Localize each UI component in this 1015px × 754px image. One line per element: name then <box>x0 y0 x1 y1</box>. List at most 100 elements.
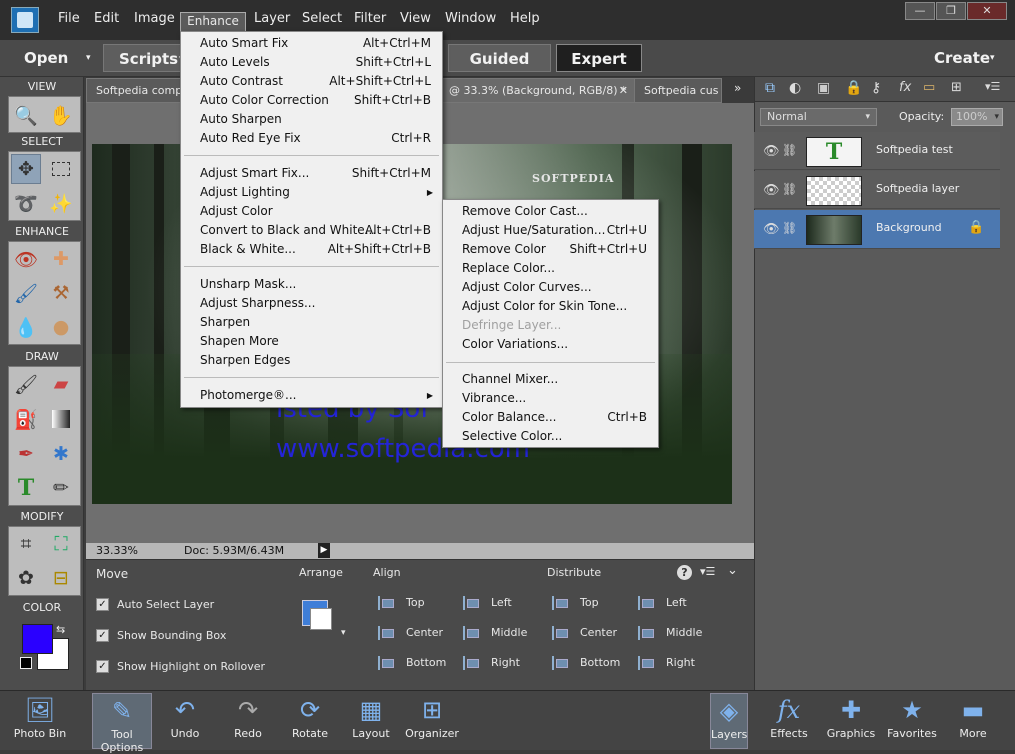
menu-help[interactable]: Help <box>510 11 540 26</box>
paint-bucket-tool-icon[interactable]: ⛽ <box>11 404 41 434</box>
effects-button[interactable]: fx Effects <box>759 693 819 749</box>
pencil-tool-icon[interactable]: ✏ <box>46 473 76 503</box>
distribute-center-label[interactable]: Center <box>580 626 617 639</box>
blend-mode-select[interactable]: Normal ▾ <box>760 108 877 126</box>
align-center-label[interactable]: Center <box>406 626 443 639</box>
brush-tool-icon[interactable]: 🖌 <box>11 369 41 399</box>
align-top-icon[interactable] <box>378 596 394 610</box>
content-aware-move-tool-icon[interactable]: ✿ <box>11 563 41 593</box>
organizer-button[interactable]: ⊞ Organizer <box>402 693 462 749</box>
menu-item-adjust-skin-tone[interactable]: Adjust Color for Skin Tone... <box>443 297 658 316</box>
menu-item-sharpen[interactable]: Sharpen <box>181 313 442 332</box>
layer-link-icon[interactable]: ⛓ <box>782 221 797 235</box>
gradient-tool-icon[interactable] <box>46 404 76 434</box>
menu-item-sharpen-edges[interactable]: Sharpen Edges <box>181 351 442 370</box>
distribute-bottom-label[interactable]: Bottom <box>580 656 620 669</box>
menu-item-remove-color-cast[interactable]: Remove Color Cast... <box>443 202 658 221</box>
status-menu-arrow-icon[interactable]: ▶ <box>318 543 330 558</box>
type-tool-icon[interactable]: T <box>11 473 41 503</box>
menu-enhance[interactable]: Enhance <box>180 12 246 32</box>
more-tabs-icon[interactable]: » <box>734 81 741 95</box>
menu-file[interactable]: File <box>58 11 80 26</box>
marquee-tool-icon[interactable] <box>46 154 76 184</box>
layer-style-icon[interactable]: fx <box>899 80 911 95</box>
menu-item-remove-color[interactable]: Remove Color Shift+Ctrl+U <box>443 240 658 259</box>
create-button[interactable]: Create ▾ <box>920 44 1010 72</box>
layer-row[interactable]: 👁 ⛓ T Softpedia test <box>754 132 1000 170</box>
adjustment-layer-icon[interactable]: ◐ <box>789 80 801 96</box>
open-button[interactable]: Open ▾ <box>6 44 101 72</box>
menu-item-adjust-lighting[interactable]: Adjust Lighting ▶ <box>181 183 442 202</box>
move-tool-icon[interactable]: ✥ <box>11 154 41 184</box>
eraser-tool-icon[interactable]: ▰ <box>46 369 76 399</box>
recompose-tool-icon[interactable]: ⛶ <box>46 529 76 559</box>
align-middle-label[interactable]: Middle <box>491 626 527 639</box>
favorites-button[interactable]: ★ Favorites <box>882 693 942 749</box>
maximize-button[interactable]: ❐ <box>936 2 966 20</box>
distribute-right-icon[interactable] <box>638 656 654 670</box>
layers-panel-menu-icon[interactable]: ▾☰ <box>985 80 1000 93</box>
menu-item-unsharp-mask[interactable]: Unsharp Mask... <box>181 275 442 294</box>
panel-menu-icon[interactable]: ▾☰ <box>700 565 715 578</box>
arrange-front-icon[interactable] <box>310 608 332 630</box>
hand-tool-icon[interactable]: ✋ <box>46 100 76 130</box>
distribute-center-icon[interactable] <box>552 626 568 640</box>
opacity-field[interactable]: 100% ▾ <box>951 108 1003 126</box>
visibility-eye-icon[interactable]: 👁 <box>763 144 780 159</box>
blur-tool-icon[interactable]: 💧 <box>11 312 41 342</box>
align-middle-icon[interactable] <box>463 626 479 640</box>
distribute-top-icon[interactable] <box>552 596 568 610</box>
menu-item-sharpen-more[interactable]: Shapen More <box>181 332 442 351</box>
lock-icon[interactable]: 🔒 <box>845 80 862 96</box>
distribute-top-label[interactable]: Top <box>580 596 599 609</box>
close-tab-icon[interactable]: ✕ <box>619 79 628 102</box>
align-top-label[interactable]: Top <box>406 596 425 609</box>
menu-item-convert-black-white[interactable]: Convert to Black and White... Alt+Ctrl+B <box>181 221 442 240</box>
menu-item-selective-color[interactable]: Selective Color... <box>443 427 658 446</box>
layer-link-icon[interactable]: ⛓ <box>782 143 797 157</box>
menu-item-auto-contrast[interactable]: Auto Contrast Alt+Shift+Ctrl+L <box>181 72 442 91</box>
menu-item-adjust-hue-saturation[interactable]: Adjust Hue/Saturation... Ctrl+U <box>443 221 658 240</box>
align-right-icon[interactable] <box>463 656 479 670</box>
layer-mask-icon[interactable]: ▣ <box>817 80 830 96</box>
duplicate-layer-icon[interactable]: ⊞ <box>951 80 962 95</box>
more-button[interactable]: ▬ More <box>943 693 1003 749</box>
show-highlight-checkbox[interactable]: ✓ <box>96 660 109 673</box>
menu-item-auto-levels[interactable]: Auto Levels Shift+Ctrl+L <box>181 53 442 72</box>
lasso-tool-icon[interactable]: ➰ <box>11 188 41 218</box>
redo-button[interactable]: ↷ Redo <box>218 693 278 749</box>
align-bottom-label[interactable]: Bottom <box>406 656 446 669</box>
doc-tab-active[interactable]: @ 33.3% (Background, RGB/8) * ✕ <box>442 78 635 103</box>
auto-select-layer-checkbox[interactable]: ✓ <box>96 598 109 611</box>
menu-window[interactable]: Window <box>445 11 496 26</box>
magic-wand-tool-icon[interactable]: ✨ <box>46 188 76 218</box>
menu-item-vibrance[interactable]: Vibrance... <box>443 389 658 408</box>
menu-filter[interactable]: Filter <box>354 11 386 26</box>
align-left-label[interactable]: Left <box>491 596 512 609</box>
doc-tab-softpedia-comp[interactable]: Softpedia comp <box>86 78 181 103</box>
menu-select[interactable]: Select <box>302 11 342 26</box>
show-bounding-box-checkbox[interactable]: ✓ <box>96 629 109 642</box>
layout-button[interactable]: ▦ Layout <box>341 693 401 749</box>
photo-bin-button[interactable]: 🖼 Photo Bin <box>10 693 70 749</box>
visibility-eye-icon[interactable]: 👁 <box>763 222 780 237</box>
align-center-icon[interactable] <box>378 626 394 640</box>
menu-item-adjust-color[interactable]: Adjust Color <box>181 202 442 221</box>
menu-view[interactable]: View <box>400 11 431 26</box>
doc-tab-softpedia-cus[interactable]: Softpedia cus <box>634 78 722 103</box>
align-left-icon[interactable] <box>463 596 479 610</box>
smart-brush-tool-icon[interactable]: 🖌 <box>11 278 41 308</box>
distribute-right-label[interactable]: Right <box>666 656 695 669</box>
clone-stamp-tool-icon[interactable]: ⚒ <box>46 278 76 308</box>
layer-link-icon[interactable]: ⛓ <box>782 182 797 196</box>
straighten-tool-icon[interactable]: ⊟ <box>46 563 76 593</box>
graphics-button[interactable]: ✚ Graphics <box>821 693 881 749</box>
new-layer-icon[interactable]: ⧉ <box>765 80 775 96</box>
healing-brush-tool-icon[interactable]: ✚ <box>46 244 76 274</box>
align-bottom-icon[interactable] <box>378 656 394 670</box>
distribute-middle-icon[interactable] <box>638 626 654 640</box>
menu-item-adjust-color-curves[interactable]: Adjust Color Curves... <box>443 278 658 297</box>
distribute-left-icon[interactable] <box>638 596 654 610</box>
guided-tab[interactable]: Guided <box>448 44 551 72</box>
collapse-options-icon[interactable]: ⌄ <box>727 563 738 578</box>
